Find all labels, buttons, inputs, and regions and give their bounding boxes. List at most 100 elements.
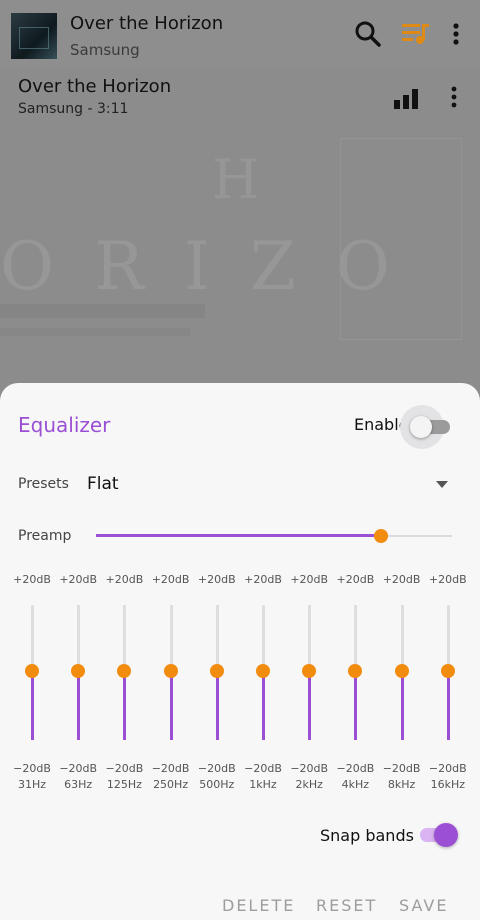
band-fill bbox=[262, 671, 265, 740]
band-min-label: −20dB bbox=[336, 762, 375, 775]
band-frequency-label: 4kHz bbox=[341, 778, 370, 791]
preamp-fill bbox=[96, 534, 381, 537]
band-fill bbox=[446, 671, 450, 740]
band-thumb[interactable] bbox=[163, 664, 178, 679]
band-min-label: −20dB bbox=[105, 762, 144, 775]
band-min-label: −20dB bbox=[13, 762, 51, 775]
band-slider[interactable]: +20dB −20dB 1kHz bbox=[240, 573, 286, 793]
mini-player-artist: Samsung bbox=[70, 41, 140, 59]
preamp-label: Preamp bbox=[18, 528, 72, 544]
band-frequency-label: 31Hz bbox=[17, 778, 47, 791]
band-thumb[interactable] bbox=[348, 664, 363, 679]
save-button[interactable]: SAVE bbox=[399, 896, 448, 915]
band-frequency-label: 8kHz bbox=[387, 778, 416, 791]
album-art-thumbnail[interactable] bbox=[11, 13, 57, 59]
band-fill bbox=[169, 671, 173, 740]
more-vertical-icon bbox=[453, 23, 459, 45]
band-fill bbox=[31, 671, 34, 740]
preamp-thumb[interactable] bbox=[373, 529, 388, 543]
band-fill bbox=[215, 671, 219, 740]
band-thumb[interactable] bbox=[302, 664, 317, 679]
now-playing-subtitle: Samsung - 3:11 bbox=[18, 101, 129, 117]
band-slider[interactable]: +20dB −20dB 500Hz bbox=[194, 573, 240, 793]
band-frequency-label: 250Hz bbox=[153, 778, 189, 791]
preamp-slider[interactable] bbox=[96, 529, 452, 543]
band-max-label: +20dB bbox=[105, 573, 144, 586]
more-options-button[interactable] bbox=[444, 18, 468, 50]
presets-label: Presets bbox=[18, 476, 69, 492]
band-thumb[interactable] bbox=[117, 664, 132, 679]
music-player-screen: Over the Horizon Samsung H ORIZO Over th… bbox=[0, 0, 480, 920]
band-slider[interactable]: +20dB −20dB 125Hz bbox=[101, 573, 147, 793]
equalizer-title: Equalizer bbox=[18, 413, 111, 437]
snap-bands-label: Snap bands bbox=[320, 826, 414, 845]
mini-player-title: Over the Horizon bbox=[70, 13, 224, 34]
band-thumb[interactable] bbox=[440, 664, 455, 679]
band-frequency-label: 63Hz bbox=[64, 778, 93, 791]
band-min-label: −20dB bbox=[151, 762, 190, 775]
band-min-label: −20dB bbox=[244, 762, 282, 775]
delete-button[interactable]: DELETE bbox=[222, 896, 295, 915]
band-min-label: −20dB bbox=[59, 762, 98, 775]
band-thumb[interactable] bbox=[71, 664, 86, 679]
band-max-label: +20dB bbox=[290, 573, 329, 586]
search-icon bbox=[355, 21, 381, 47]
queue-music-icon bbox=[402, 24, 429, 44]
band-fill bbox=[308, 671, 312, 740]
band-max-label: +20dB bbox=[336, 573, 375, 586]
reset-button[interactable]: RESET bbox=[316, 896, 377, 915]
band-sliders: +20dB −20dB 31Hz +20dB −20dB 63Hz +20dB −20dB 12… bbox=[0, 573, 480, 793]
band-frequency-label: 16kHz bbox=[430, 778, 465, 791]
band-fill bbox=[354, 671, 358, 740]
band-slider[interactable]: +20dB −20dB 4kHz bbox=[332, 573, 378, 793]
mini-player-bar[interactable]: Over the Horizon Samsung bbox=[0, 0, 480, 69]
band-thumb[interactable] bbox=[209, 664, 224, 679]
band-max-label: +20dB bbox=[197, 573, 236, 586]
band-frequency-label: 2kHz bbox=[295, 778, 323, 791]
band-fill bbox=[400, 671, 404, 740]
band-slider[interactable]: +20dB −20dB 250Hz bbox=[148, 573, 194, 793]
more-vertical-icon bbox=[451, 86, 457, 108]
search-button[interactable] bbox=[352, 18, 384, 50]
band-frequency-label: 500Hz bbox=[199, 778, 235, 791]
equalizer-bars-button[interactable] bbox=[392, 88, 424, 110]
band-min-label: −20dB bbox=[382, 762, 421, 775]
now-playing-backdrop: H ORIZO Over the Horizon Samsung - 3:11 bbox=[0, 68, 480, 408]
band-max-label: +20dB bbox=[244, 573, 282, 586]
now-playing-more-button[interactable] bbox=[442, 82, 466, 112]
band-max-label: +20dB bbox=[428, 573, 467, 586]
band-fill bbox=[123, 671, 127, 740]
band-min-label: −20dB bbox=[197, 762, 236, 775]
band-slider[interactable]: +20dB −20dB 8kHz bbox=[379, 573, 425, 793]
band-thumb[interactable] bbox=[25, 664, 39, 679]
band-max-label: +20dB bbox=[13, 573, 51, 586]
equalizer-sheet: Equalizer Enable Presets Flat Preamp +20… bbox=[0, 383, 480, 920]
toggle-knob bbox=[410, 416, 432, 438]
now-playing-title: Over the Horizon bbox=[18, 76, 172, 97]
band-min-label: −20dB bbox=[290, 762, 329, 775]
band-slider[interactable]: +20dB −20dB 2kHz bbox=[286, 573, 332, 793]
equalizer-bars-icon bbox=[394, 89, 418, 109]
snap-bands-toggle[interactable] bbox=[418, 822, 460, 848]
band-frequency-label: 125Hz bbox=[106, 778, 142, 791]
band-thumb[interactable] bbox=[256, 664, 270, 679]
queue-button[interactable] bbox=[398, 18, 432, 50]
album-art-letters: ORIZO bbox=[0, 228, 430, 305]
band-slider[interactable]: +20dB −20dB 31Hz bbox=[9, 573, 55, 793]
band-min-label: −20dB bbox=[428, 762, 467, 775]
album-art-bar bbox=[0, 304, 205, 318]
enable-toggle[interactable] bbox=[400, 405, 450, 449]
band-max-label: +20dB bbox=[151, 573, 190, 586]
album-art-letter-h: H bbox=[212, 148, 260, 211]
band-fill bbox=[77, 671, 81, 740]
band-thumb[interactable] bbox=[394, 664, 409, 679]
band-slider[interactable]: +20dB −20dB 16kHz bbox=[425, 573, 471, 793]
band-frequency-label: 1kHz bbox=[249, 778, 277, 791]
album-art-bar-2 bbox=[0, 328, 190, 336]
band-max-label: +20dB bbox=[59, 573, 98, 586]
band-max-label: +20dB bbox=[382, 573, 421, 586]
snap-toggle-knob bbox=[434, 823, 458, 847]
band-slider[interactable]: +20dB −20dB 63Hz bbox=[55, 573, 101, 793]
preset-select[interactable]: Flat bbox=[87, 474, 119, 494]
chevron-down-icon[interactable] bbox=[432, 477, 452, 491]
